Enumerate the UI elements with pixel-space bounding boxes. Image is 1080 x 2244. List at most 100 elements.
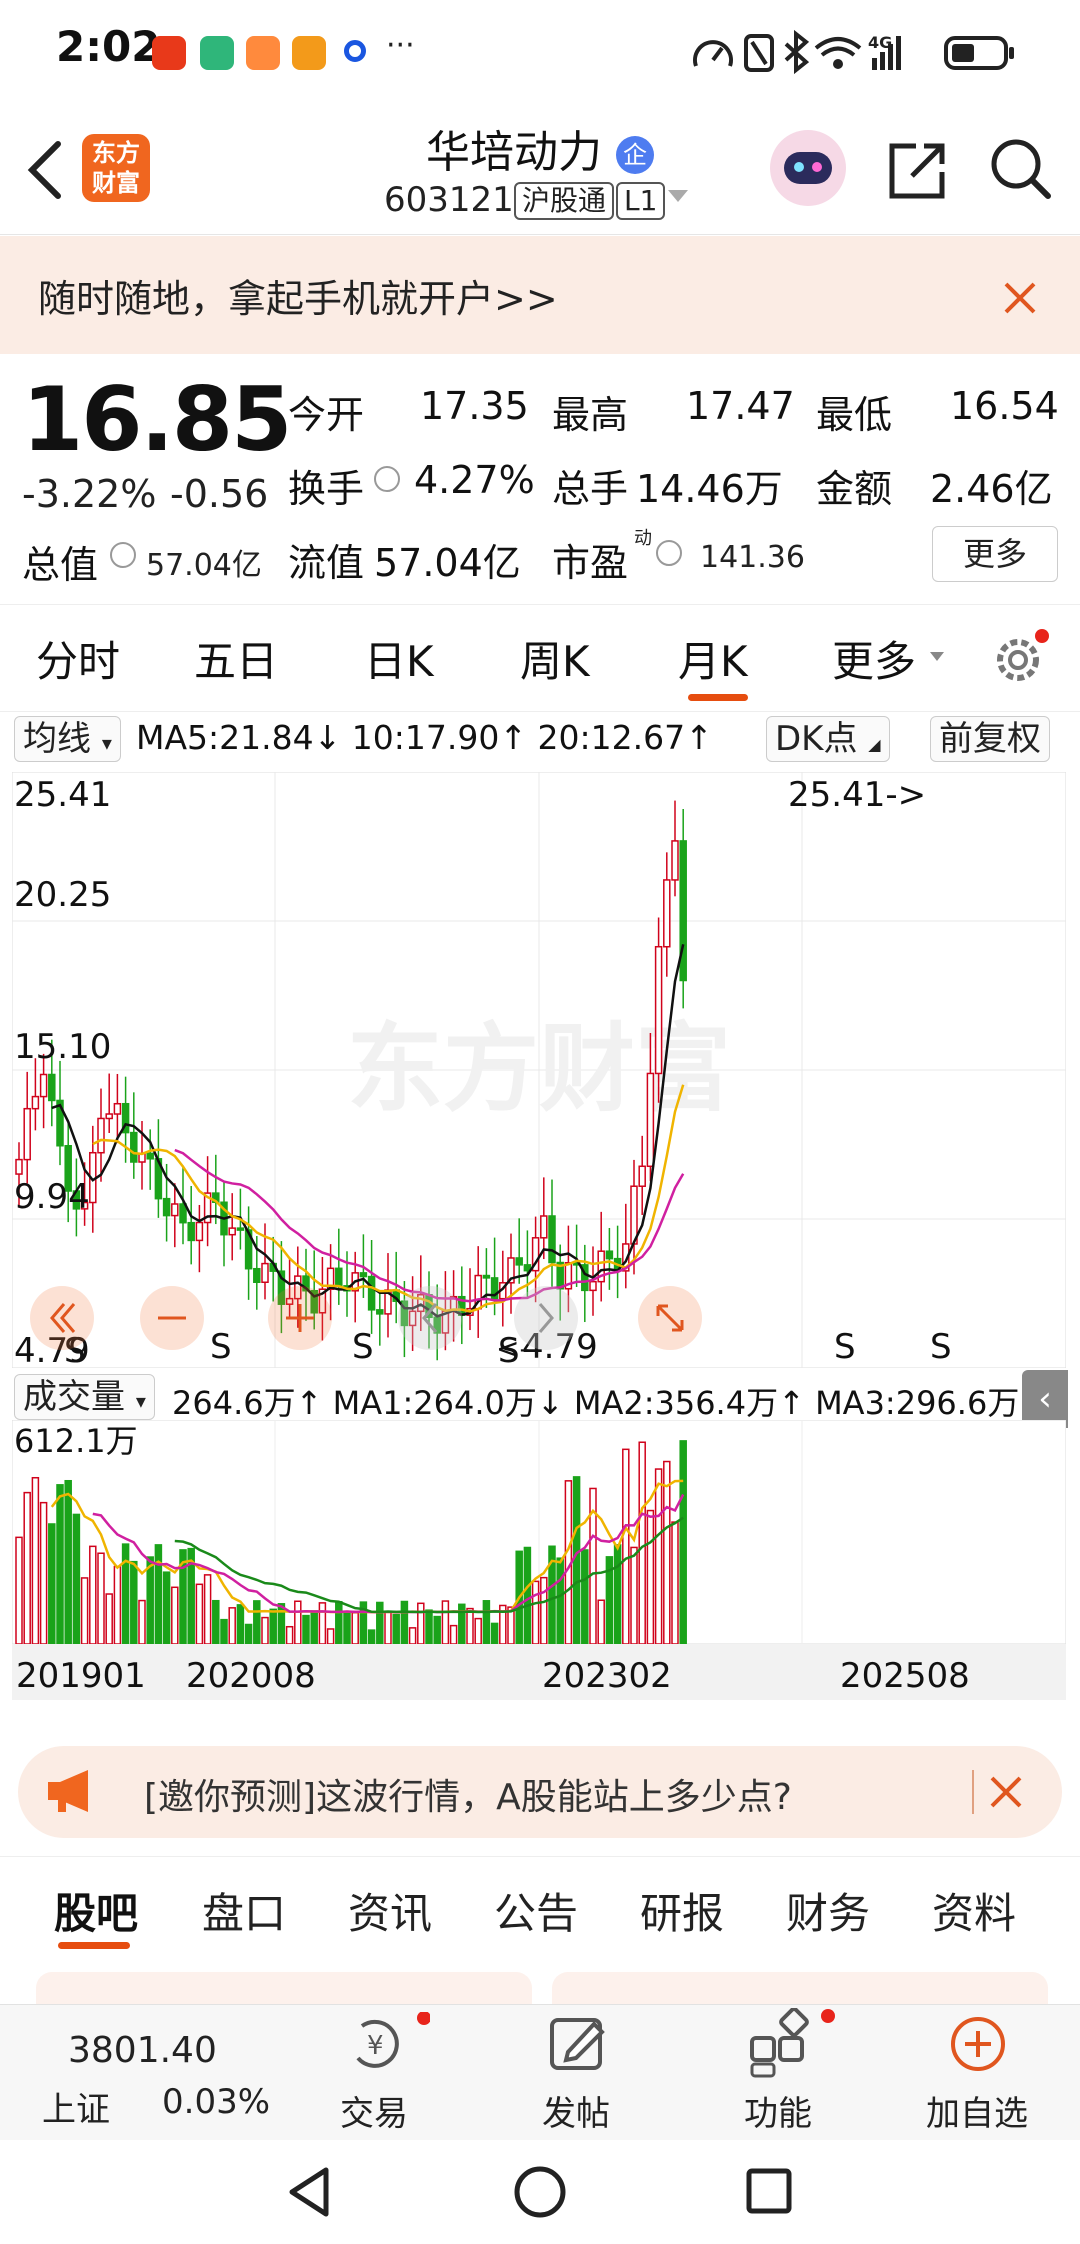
functions-grid-icon[interactable] [748,2008,838,2078]
banner-text[interactable]: 随时随地，拿起手机就开户>> [38,268,558,323]
volume-bar [318,1602,327,1644]
dk-point-button[interactable]: DK点 ◢ [766,716,890,762]
pe-superscript: 动 [634,528,652,549]
tab-profile[interactable]: 资料 [932,1880,1016,1941]
info-icon[interactable] [374,466,400,492]
volume-bar [195,1583,204,1644]
volume-bar [269,1608,277,1644]
post-label[interactable]: 发帖 [542,2086,610,2135]
volume-bar [228,1607,236,1644]
add-watchlist-label[interactable]: 加自选 [926,2086,1028,2135]
x-label: 201901 [16,1656,146,1696]
index-value[interactable]: 3801.40 [68,2030,217,2071]
tab-daily-k[interactable]: 日K [364,628,434,689]
level-dropdown-icon[interactable] [668,190,688,202]
enterprise-badge: 企 [616,136,654,174]
volume-bar [294,1600,302,1644]
volume-select[interactable]: 成交量 ▾ [14,1374,155,1420]
nav-back-icon[interactable] [284,2164,334,2220]
tab-financials[interactable]: 财务 [786,1880,870,1941]
ma-values: MA5:21.84↓ 10:17.90↑ 20:12.67↑ [136,718,713,757]
index-name[interactable]: 上证 [42,2082,110,2131]
volume-chart[interactable]: 612.1万 [12,1420,1066,1644]
volume-value: 14.46万 [636,467,783,511]
status-time: 2:02 [56,22,161,71]
tab-weekly-k[interactable]: 周K [520,628,590,689]
volume-bar [466,1607,474,1644]
chevron-down-icon [930,652,944,661]
tab-announcements[interactable]: 公告 [494,1880,578,1941]
candle [97,1117,105,1154]
tab-more[interactable]: 更多 [832,628,916,689]
robot-assistant-icon[interactable] [770,130,846,206]
volume-bar [261,1616,269,1644]
volume-bar [212,1599,220,1644]
volume-bar [622,1448,630,1644]
info-icon[interactable] [110,542,136,568]
status-icons: 4G [693,29,1014,75]
more-button[interactable]: 更多 [932,526,1058,582]
volume-bar [162,1571,171,1644]
ma-select[interactable]: 均线 ▾ [14,716,121,762]
nav-recents-icon[interactable] [744,2166,794,2216]
info-icon[interactable] [656,540,682,566]
x-label: 202302 [542,1656,672,1696]
candle [638,1165,646,1187]
low-value: 16.54 [950,384,1059,428]
candle [187,1221,195,1242]
zoom-in-icon [268,1286,332,1350]
wifi-icon [814,37,862,69]
volume-bar [531,1580,540,1644]
volume-bar [253,1600,261,1644]
add-watchlist-icon[interactable] [948,2014,1008,2074]
tab-order-book[interactable]: 盘口 [202,1880,286,1941]
promo-text[interactable]: [邀你预测]这波行情，A股能站上多少点? [144,1768,792,1820]
trade-icon[interactable]: ¥ [340,2012,430,2076]
adjust-button[interactable]: 前复权 [930,716,1050,762]
stock-name: 华培动力 [426,127,602,178]
candle [540,1215,548,1239]
close-icon[interactable] [1002,280,1038,316]
mcap-label: 总值 [22,543,99,587]
tab-monthly-k[interactable]: 月K [678,628,748,689]
connect-tag: 沪股通 [514,182,615,220]
y-label: 20.25 [14,875,111,915]
fullscreen-icon [638,1286,702,1350]
volume-bar [400,1600,409,1644]
kline-chart[interactable]: 东方财富 25.41 20.25 15.10 9.94 4.79 25.41->… [12,772,1066,1368]
close-icon[interactable] [988,1774,1024,1810]
volume-bar [31,1476,40,1644]
candle [515,1257,523,1266]
settings-gear-icon[interactable] [990,628,1050,688]
volume-label: 总手 [552,467,629,511]
cup-notification-icon [246,36,280,70]
volume-bar [351,1612,359,1644]
volume-bar [556,1557,564,1644]
volume-bar [654,1468,663,1644]
share-icon[interactable] [886,138,950,202]
nav-home-icon[interactable] [512,2164,568,2220]
tab-forum[interactable]: 股吧 [54,1880,138,1941]
volume-bar [97,1552,105,1644]
functions-label[interactable]: 功能 [744,2086,812,2135]
tab-five-day[interactable]: 五日 [194,628,278,689]
candle [376,1309,384,1315]
float-value: 57.04亿 [374,541,521,585]
edit-post-icon[interactable] [546,2012,610,2076]
volume-bar [474,1617,482,1644]
index-percent[interactable]: 0.03% [162,2082,270,2122]
mcap-value: 57.04亿 [146,548,262,583]
search-icon[interactable] [988,136,1054,202]
volume-bar [310,1610,318,1644]
candle [113,1102,122,1115]
tab-research[interactable]: 研报 [640,1880,724,1941]
candle [671,840,679,881]
x-label: 202008 [186,1656,316,1696]
trade-label[interactable]: 交易 [340,2086,408,2135]
volume-bar [15,1536,23,1644]
tab-news[interactable]: 资讯 [348,1880,432,1941]
tab-intraday[interactable]: 分时 [36,628,120,689]
watermark: 东方财富 [347,1013,731,1125]
speed-icon [693,40,733,67]
x-label: 202508 [840,1656,970,1696]
